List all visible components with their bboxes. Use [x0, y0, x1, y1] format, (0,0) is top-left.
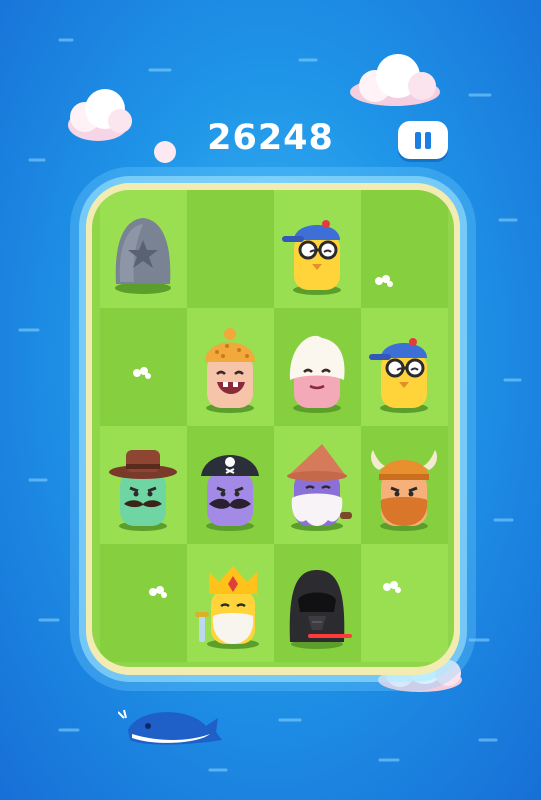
cowboy-with-mustache-character[interactable] [108, 442, 178, 532]
viking-with-horned-helmet-character[interactable] [369, 442, 439, 532]
king-with-crown-and-sword-character[interactable] [195, 560, 265, 650]
dark-helmet-villain-character[interactable] [282, 560, 352, 650]
whale-icon [118, 709, 222, 745]
flower-decoration [133, 367, 151, 379]
flower-decoration [149, 586, 167, 598]
pirate-with-mustache-character[interactable] [195, 442, 265, 532]
board-cell-r3-c0[interactable] [100, 544, 187, 662]
board-cell-r3-c3[interactable] [361, 544, 448, 662]
nerd-with-blue-cap-and-glasses-character[interactable] [369, 324, 439, 414]
pause-button[interactable] [398, 121, 448, 159]
nerd-with-blue-cap-and-glasses-character[interactable] [282, 206, 352, 296]
cloud-top-right [350, 54, 440, 106]
flower-decoration [375, 275, 393, 287]
white-haired-elder-character[interactable] [282, 324, 352, 414]
flower-decoration [383, 581, 401, 593]
game-board[interactable] [92, 190, 454, 667]
board-cell-r0-c1[interactable] [187, 190, 274, 308]
baby-with-knit-beanie-character[interactable] [195, 324, 265, 414]
wizard-with-long-beard-character[interactable] [282, 442, 352, 532]
stone-with-star-character[interactable] [108, 206, 178, 296]
score-counter: 26248 [207, 118, 334, 158]
board-cell-r0-c3[interactable] [361, 190, 448, 308]
